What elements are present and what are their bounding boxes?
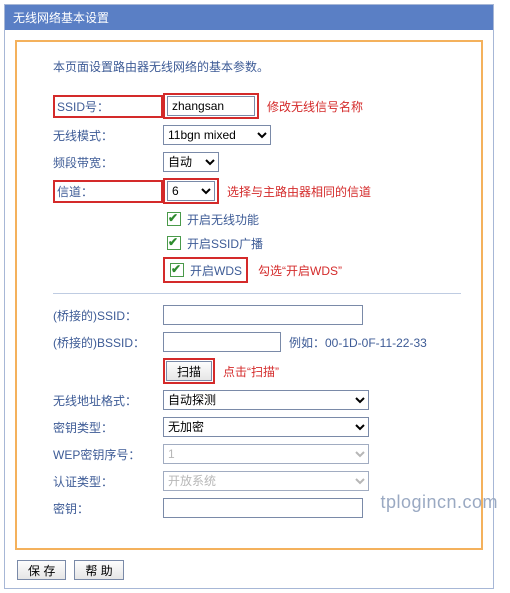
save-button[interactable]: 保 存 (17, 560, 66, 580)
ssid-input[interactable] (167, 96, 255, 116)
note-scan: 点击“扫描” (223, 363, 279, 380)
key-type-select[interactable]: 无加密 (163, 417, 369, 437)
label-bandwidth: 频段带宽： (53, 154, 163, 171)
row-enable-ssid-broadcast: 开启SSID广播 (163, 233, 461, 253)
wireless-mode-select[interactable]: 11bgn mixed (163, 125, 271, 145)
bridge-ssid-input[interactable] (163, 305, 363, 325)
label-ssid: SSID号： (53, 95, 163, 118)
panel-body: 本页面设置路由器无线网络的基本参数。 SSID号： 修改无线信号名称 无线模式：… (15, 40, 483, 550)
label-enable-ssid-broadcast: 开启SSID广播 (187, 235, 263, 252)
row-ssid: SSID号： 修改无线信号名称 (53, 93, 461, 119)
enable-wireless-checkbox[interactable] (167, 212, 181, 226)
label-auth-type: 认证类型： (53, 473, 163, 490)
row-enable-wireless: 开启无线功能 (163, 209, 461, 229)
label-addr-format: 无线地址格式： (53, 392, 163, 409)
row-bridge-bssid: (桥接的)BSSID： 例如：00-1D-0F-11-22-33 (53, 331, 461, 353)
row-wep-index: WEP密钥序号： 1 (53, 443, 461, 465)
label-bridge-bssid: (桥接的)BSSID： (53, 334, 163, 351)
note-wds: 勾选“开启WDS” (258, 262, 342, 279)
scan-wrap: 扫描 (163, 358, 215, 384)
example-bssid: 例如：00-1D-0F-11-22-33 (289, 334, 427, 351)
intro-text: 本页面设置路由器无线网络的基本参数。 (53, 58, 461, 75)
panel-title: 无线网络基本设置 (5, 5, 493, 30)
row-auth-type: 认证类型： 开放系统 (53, 470, 461, 492)
label-enable-wireless: 开启无线功能 (187, 211, 259, 228)
label-key: 密钥： (53, 500, 163, 517)
row-channel: 信道： 6 选择与主路由器相同的信道 (53, 178, 461, 204)
row-wireless-mode: 无线模式： 11bgn mixed (53, 124, 461, 146)
field-ssid-wrap (163, 93, 259, 119)
enable-wds-checkbox[interactable] (170, 263, 184, 277)
row-key-type: 密钥类型： 无加密 (53, 416, 461, 438)
enable-ssid-broadcast-checkbox[interactable] (167, 236, 181, 250)
row-bandwidth: 频段带宽： 自动 (53, 151, 461, 173)
bridge-bssid-input[interactable] (163, 332, 281, 352)
note-channel: 选择与主路由器相同的信道 (227, 183, 371, 200)
note-ssid: 修改无线信号名称 (267, 98, 363, 115)
label-wireless-mode: 无线模式： (53, 127, 163, 144)
help-button[interactable]: 帮 助 (74, 560, 123, 580)
row-enable-wds: 开启WDS 勾选“开启WDS” (163, 257, 461, 283)
key-input (163, 498, 363, 518)
auth-type-select: 开放系统 (163, 471, 369, 491)
divider-1 (53, 293, 461, 294)
scan-button[interactable]: 扫描 (166, 361, 212, 381)
label-key-type: 密钥类型： (53, 419, 163, 436)
wds-group: 开启WDS (163, 257, 248, 283)
label-wep-index: WEP密钥序号： (53, 446, 163, 463)
addr-format-select[interactable]: 自动探测 (163, 390, 369, 410)
label-enable-wds: 开启WDS (190, 262, 242, 279)
channel-select[interactable]: 6 (167, 181, 215, 201)
footer: 保 存 帮 助 (17, 560, 481, 580)
field-channel-wrap: 6 (163, 178, 219, 204)
label-channel: 信道： (53, 180, 163, 203)
row-bridge-ssid: (桥接的)SSID： (53, 304, 461, 326)
bandwidth-select[interactable]: 自动 (163, 152, 219, 172)
watermark: tplogincn.com (380, 492, 498, 513)
wep-index-select: 1 (163, 444, 369, 464)
row-addr-format: 无线地址格式： 自动探测 (53, 389, 461, 411)
row-scan: 扫描 点击“扫描” (163, 358, 461, 384)
label-bridge-ssid: (桥接的)SSID： (53, 307, 163, 324)
